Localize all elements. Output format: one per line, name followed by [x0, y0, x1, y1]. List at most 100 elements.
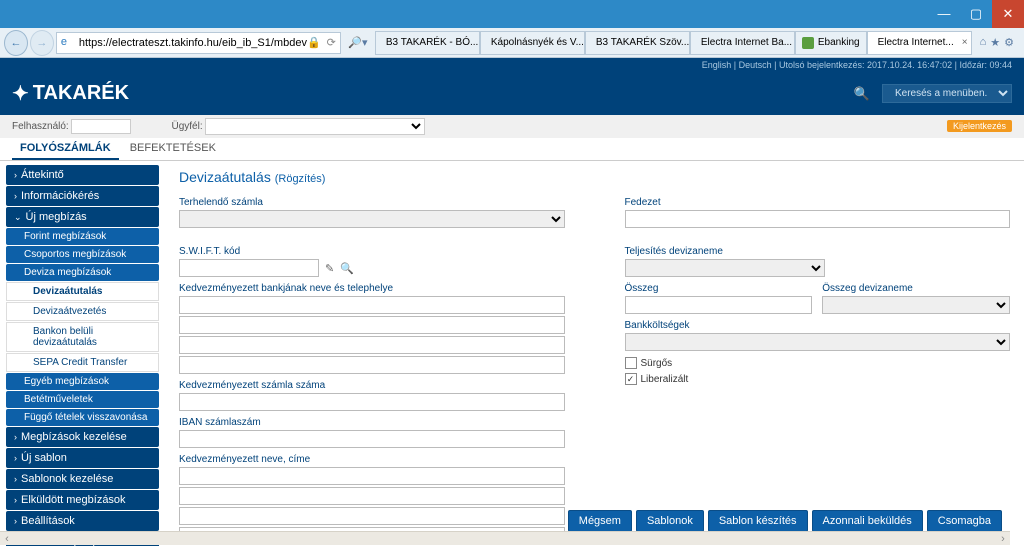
search-icon[interactable]: 🔍: [854, 86, 870, 102]
page-content: English | Deutsch | Utolsó bejelentkezés…: [0, 58, 1024, 546]
input-bene-1[interactable]: [179, 467, 565, 485]
search-dropdown[interactable]: 🔎▾: [347, 32, 369, 54]
nav-attekinto[interactable]: ›Áttekintő: [6, 165, 159, 185]
checkbox-liberalizalt-row[interactable]: ✓ Liberalizált: [625, 373, 1011, 385]
checkbox-icon: [625, 357, 637, 369]
input-bank-name-4[interactable]: [179, 356, 565, 374]
browser-tab[interactable]: B3 TAKARÉK - BÓ...: [375, 31, 480, 55]
subnav-egyeb[interactable]: Egyéb megbízások: [6, 373, 159, 390]
nav-sablonok-kezelese[interactable]: ›Sablonok kezelése: [6, 469, 159, 489]
tab-investments[interactable]: BEFEKTETÉSEK: [122, 138, 224, 158]
btn-azonnali[interactable]: Azonnali beküldés: [812, 510, 923, 532]
app-header: ✦ TAKARÉK 🔍 Keresés a menüben...: [0, 72, 1024, 115]
nav-megbizasok-kezelese[interactable]: ›Megbízások kezelése: [6, 427, 159, 447]
horizontal-scrollbar[interactable]: ‹ ›: [0, 531, 1010, 545]
nav-uj-sablon[interactable]: ›Új sablon: [6, 448, 159, 468]
checkbox-icon: ✓: [625, 373, 637, 385]
address-bar[interactable]: e https://electrateszt.takinfo.hu/eib_ib…: [56, 32, 341, 54]
checkbox-surgos-row[interactable]: Sürgős: [625, 357, 1011, 369]
scroll-left-icon[interactable]: ‹: [0, 533, 14, 545]
input-bank-name-3[interactable]: [179, 336, 565, 354]
label-osszeg: Összeg: [625, 283, 813, 294]
home-icon[interactable]: ⌂: [980, 36, 987, 49]
subnav-csoportos[interactable]: Csoportos megbízások: [6, 246, 159, 263]
chevron-down-icon: ⌄: [14, 212, 22, 223]
label-iban: IBAN számlaszám: [179, 417, 565, 428]
btn-csomagba[interactable]: Csomagba: [927, 510, 1002, 532]
subnav-deviza[interactable]: Deviza megbízások: [6, 264, 159, 281]
input-bank-name-1[interactable]: [179, 296, 565, 314]
lock-icon: 🔒: [307, 36, 321, 49]
input-fedezet[interactable]: [625, 210, 1011, 228]
action-bar: Mégsem Sablonok Sablon készítés Azonnali…: [568, 510, 1002, 532]
tab-accounts[interactable]: FOLYÓSZÁMLÁK: [12, 138, 119, 160]
input-teljesites[interactable]: [625, 259, 825, 277]
url-text: https://electrateszt.takinfo.hu/eib_ib_S…: [79, 37, 307, 49]
form-right-col: Fedezet Teljesítés devizaneme Összeg: [625, 197, 1011, 546]
subsubnav-bankon-belul[interactable]: Bankon belüli devizaátutalás: [6, 322, 159, 352]
chevron-right-icon: ›: [14, 170, 17, 180]
forward-button[interactable]: →: [30, 30, 54, 56]
subnav-fuggo[interactable]: Függő tételek visszavonása: [6, 409, 159, 426]
favicon-icon: [802, 37, 814, 49]
input-bankkoltsegek[interactable]: [625, 333, 1011, 351]
label-fedezet: Fedezet: [625, 197, 1011, 208]
tools-icon[interactable]: ⚙: [1004, 36, 1014, 49]
user-row: Felhasználó: Ügyfél: Kijelentkezés: [0, 115, 1024, 138]
browser-tab[interactable]: Ebanking: [795, 31, 867, 55]
menu-search[interactable]: Keresés a menüben...: [882, 84, 1012, 103]
btn-sablon-keszites[interactable]: Sablon készítés: [708, 510, 808, 532]
input-bank-name-2[interactable]: [179, 316, 565, 334]
client-select[interactable]: [205, 118, 425, 135]
sidebar: ›Áttekintő ›Információkérés ⌄Új megbízás…: [0, 161, 165, 546]
input-iban[interactable]: [179, 430, 565, 448]
label-bene-name: Kedvezményezett neve, címe: [179, 454, 565, 465]
logo-icon: ✦: [12, 81, 29, 106]
nav-beallitasok[interactable]: ›Beállítások: [6, 511, 159, 531]
browser-tab[interactable]: Kápolnásnyék és V...: [480, 31, 585, 55]
label-terhelendo: Terhelendő számla: [179, 197, 565, 208]
maximize-button[interactable]: ▢: [960, 0, 992, 28]
refresh-icon[interactable]: ⟳: [327, 36, 336, 49]
input-osszeg-dev[interactable]: [822, 296, 1010, 314]
input-bene-2[interactable]: [179, 487, 565, 505]
browser-tab[interactable]: B3 TAKARÉK Szöv...: [585, 31, 690, 55]
btn-megsem[interactable]: Mégsem: [568, 510, 632, 532]
browser-tab[interactable]: Electra Internet Ba...: [690, 31, 795, 55]
browser-tabs: B3 TAKARÉK - BÓ... Kápolnásnyék és V... …: [375, 31, 972, 55]
back-button[interactable]: ←: [4, 30, 28, 56]
form-left-col: Terhelendő számla S.W.I.F.T. kód ✎ 🔍: [179, 197, 565, 546]
browser-tab[interactable]: Electra Internet...×: [867, 31, 972, 55]
input-bene-3[interactable]: [179, 507, 565, 525]
meta-text[interactable]: English | Deutsch | Utolsó bejelentkezés…: [702, 60, 1012, 70]
logout-button[interactable]: Kijelentkezés: [947, 120, 1012, 132]
minimize-button[interactable]: —: [928, 0, 960, 28]
user-field[interactable]: [71, 119, 131, 134]
edit-icon[interactable]: ✎: [325, 262, 334, 275]
btn-sablonok[interactable]: Sablonok: [636, 510, 704, 532]
tab-close-icon[interactable]: ×: [962, 37, 968, 48]
search-icon[interactable]: 🔍: [340, 262, 354, 275]
browser-nav: ← → e https://electrateszt.takinfo.hu/ei…: [0, 28, 1024, 58]
nav-uj-megbizas[interactable]: ⌄Új megbízás: [6, 207, 159, 227]
label-osszeg-dev: Összeg devizaneme: [822, 283, 1010, 294]
page-title: Devizaátutalás (Rögzítés): [179, 169, 1010, 185]
input-terhelendo[interactable]: [179, 210, 565, 228]
brand-logo: ✦ TAKARÉK: [12, 81, 129, 106]
scroll-right-icon[interactable]: ›: [996, 533, 1010, 545]
subsubnav-sepa[interactable]: SEPA Credit Transfer: [6, 353, 159, 372]
subsubnav-devizaatvezetes[interactable]: Devizaátvezetés: [6, 302, 159, 321]
chevron-right-icon: ›: [14, 516, 17, 526]
nav-informaciokeres[interactable]: ›Információkérés: [6, 186, 159, 206]
close-button[interactable]: ✕: [992, 0, 1024, 28]
user-label: Felhasználó:: [12, 121, 69, 132]
input-acct-num[interactable]: [179, 393, 565, 411]
nav-elkuldott[interactable]: ›Elküldött megbízások: [6, 490, 159, 510]
input-swift[interactable]: [179, 259, 319, 277]
subnav-betet[interactable]: Betétműveletek: [6, 391, 159, 408]
input-osszeg[interactable]: [625, 296, 813, 314]
chevron-right-icon: ›: [14, 495, 17, 505]
subnav-forint[interactable]: Forint megbízások: [6, 228, 159, 245]
subsubnav-devizaatutalas[interactable]: Devizaátutalás: [6, 282, 159, 301]
favorites-icon[interactable]: ★: [990, 36, 1000, 49]
